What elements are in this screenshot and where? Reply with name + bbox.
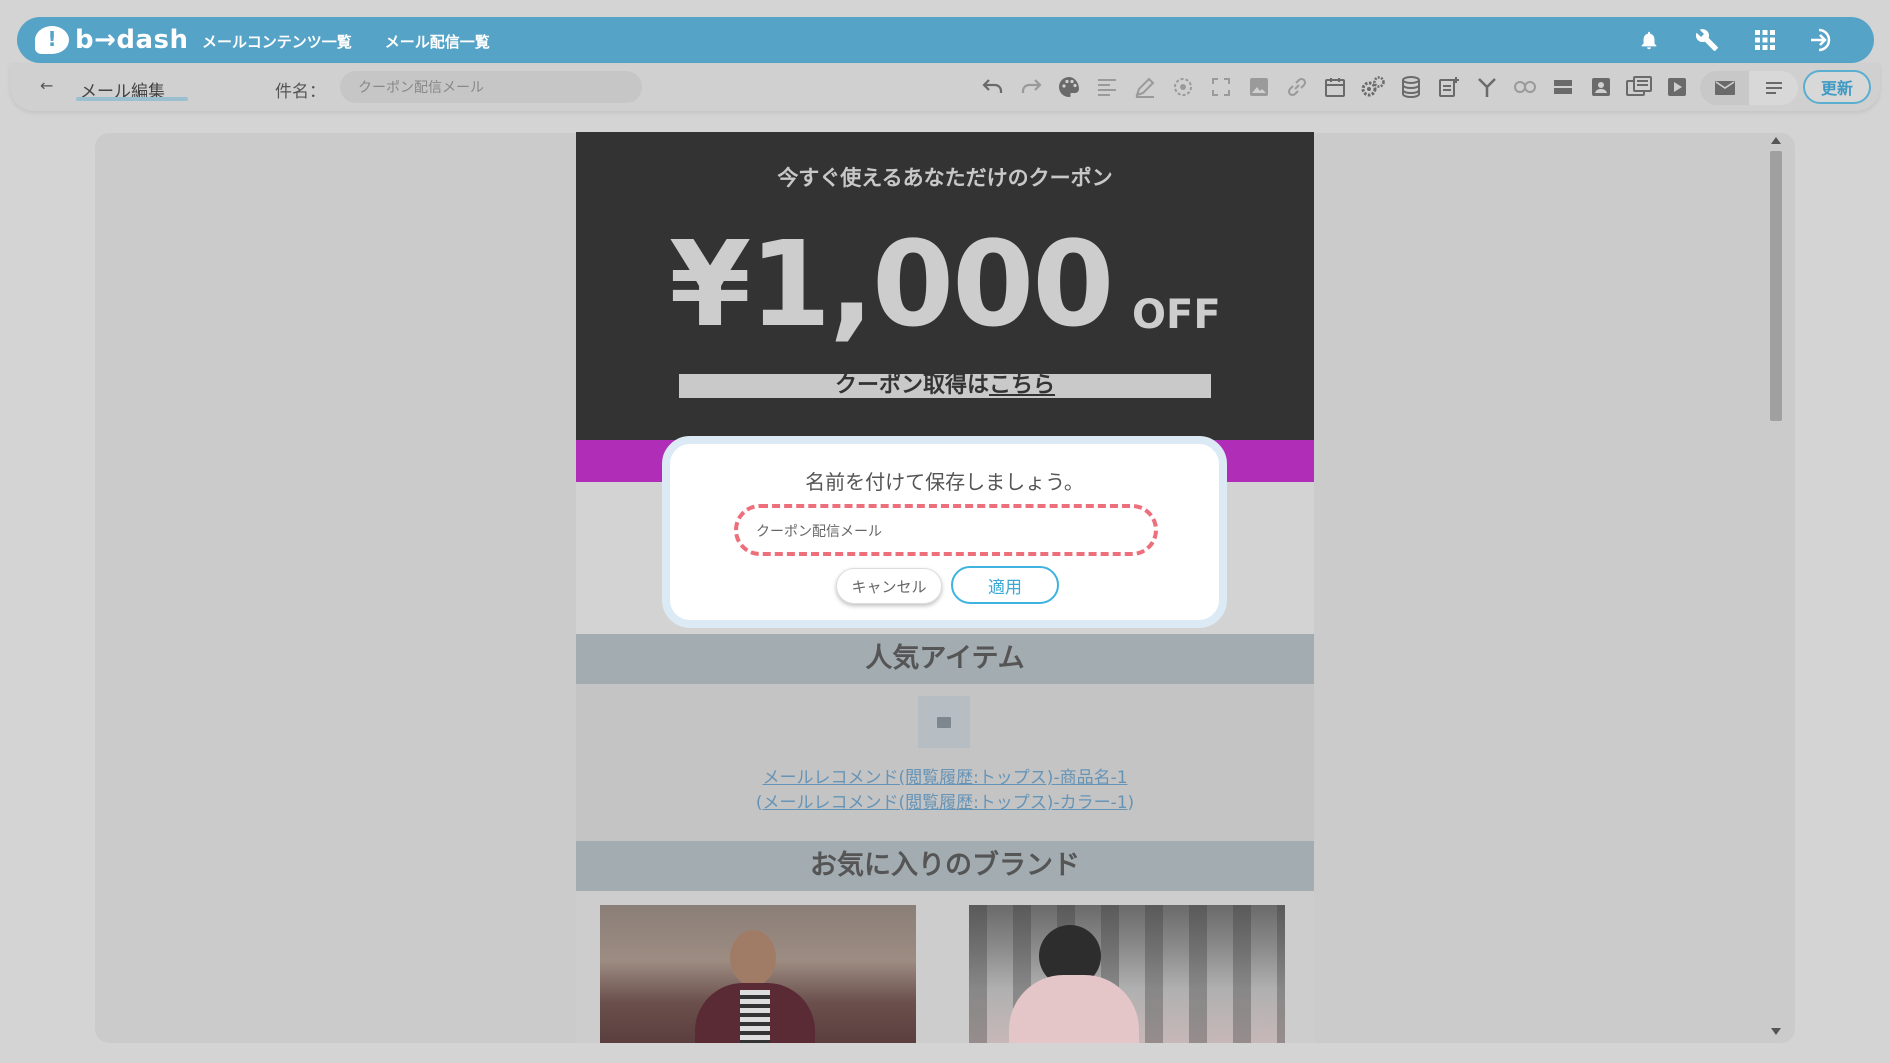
name-input[interactable] <box>756 520 1136 542</box>
update-button[interactable]: 更新 <box>1803 70 1871 104</box>
link-icon[interactable] <box>1282 73 1312 101</box>
save-name-dialog: 名前を付けて保存しましょう。 キャンセル 適用 <box>662 436 1227 628</box>
image-icon[interactable] <box>1244 73 1274 101</box>
wrench-icon[interactable] <box>1691 24 1723 56</box>
logo-bubble-icon <box>35 26 69 54</box>
cancel-button[interactable]: キャンセル <box>836 568 942 604</box>
contact-icon[interactable] <box>1586 73 1616 101</box>
database-icon[interactable] <box>1396 73 1426 101</box>
hero-amount: ¥1,000 <box>669 215 1114 353</box>
bell-icon[interactable] <box>1633 24 1665 56</box>
apply-button[interactable]: 適用 <box>951 566 1059 604</box>
dialog-title: 名前を付けて保存しましょう。 <box>805 470 1084 494</box>
text-lines-icon[interactable] <box>1749 71 1798 105</box>
nav-mail-delivery-list[interactable]: メール配信一覧 <box>385 31 490 52</box>
hero-cta-link[interactable]: こちら <box>989 373 1055 398</box>
top-navigation-bar: b→dash メールコンテンツ一覧 メール配信一覧 <box>17 17 1874 63</box>
hero-off: OFF <box>1132 292 1221 338</box>
calendar-icon[interactable] <box>1320 73 1350 101</box>
video-icon[interactable] <box>1662 73 1692 101</box>
branch-icon[interactable] <box>1472 73 1502 101</box>
nav-mail-contents-list[interactable]: メールコンテンツ一覧 <box>202 31 352 52</box>
product-name-link[interactable]: メールレコメンド(閲覧履歴:トップス)-商品名-1 <box>576 763 1314 788</box>
subject-label: 件名： <box>275 82 326 102</box>
logout-icon[interactable] <box>1807 24 1839 56</box>
block-icon[interactable] <box>1548 73 1578 101</box>
redo-icon[interactable] <box>1016 73 1046 101</box>
top-icons <box>1633 24 1839 56</box>
page-title-underline <box>76 97 188 101</box>
section-title-popular: 人気アイテム <box>576 634 1314 684</box>
palette-icon[interactable] <box>1054 73 1084 101</box>
grid-icon[interactable] <box>1749 24 1781 56</box>
product-block: メールレコメンド(閲覧履歴:トップス)-商品名-1 (メールレコメンド(閲覧履歴… <box>576 684 1314 841</box>
scroll-up-icon[interactable] <box>1771 137 1781 144</box>
coupon-hero[interactable]: 今すぐ使えるあなただけのクーポン ¥1,000 OFF クーポン取得はこちら <box>576 132 1314 440</box>
link-chain-icon[interactable] <box>1510 73 1540 101</box>
undo-icon[interactable] <box>978 73 1008 101</box>
subject-input[interactable] <box>340 71 642 103</box>
target-icon[interactable] <box>1168 73 1198 101</box>
scroll-down-icon[interactable] <box>1771 1028 1781 1035</box>
pen-icon[interactable] <box>1130 73 1160 101</box>
back-arrow-icon[interactable]: ← <box>40 76 60 96</box>
product-color-link[interactable]: (メールレコメンド(閲覧履歴:トップス)-カラー-1) <box>576 788 1314 813</box>
product-image-placeholder-icon[interactable] <box>918 696 970 748</box>
fullscreen-icon[interactable] <box>1206 73 1236 101</box>
brand-photo-2[interactable] <box>969 905 1285 1043</box>
template-icon[interactable] <box>1624 73 1654 101</box>
hero-subtitle: 今すぐ使えるあなただけのクーポン <box>777 166 1113 190</box>
section-title-brand: お気に入りのブランド <box>576 841 1314 891</box>
canvas-scrollbar[interactable] <box>1767 133 1785 1043</box>
name-input-highlight <box>734 504 1158 556</box>
gears-icon[interactable] <box>1358 73 1388 101</box>
brand-photo-1[interactable] <box>600 905 916 1043</box>
add-note-icon[interactable] <box>1434 73 1464 101</box>
top-nav: メールコンテンツ一覧 メール配信一覧 <box>202 31 490 52</box>
editor-toolbar: ← メール編集 件名： 更新 <box>10 63 1880 111</box>
hero-cta-bar: クーポン取得はこちら <box>679 374 1211 398</box>
mode-toggle <box>1700 71 1798 105</box>
mail-icon[interactable] <box>1700 71 1749 105</box>
logo-text: b→dash <box>75 25 189 55</box>
scroll-thumb[interactable] <box>1770 151 1782 421</box>
tool-icons <box>978 73 1692 101</box>
bdash-logo[interactable]: b→dash <box>35 22 189 58</box>
align-icon[interactable] <box>1092 73 1122 101</box>
hero-cta-text: クーポン取得は <box>834 373 989 398</box>
